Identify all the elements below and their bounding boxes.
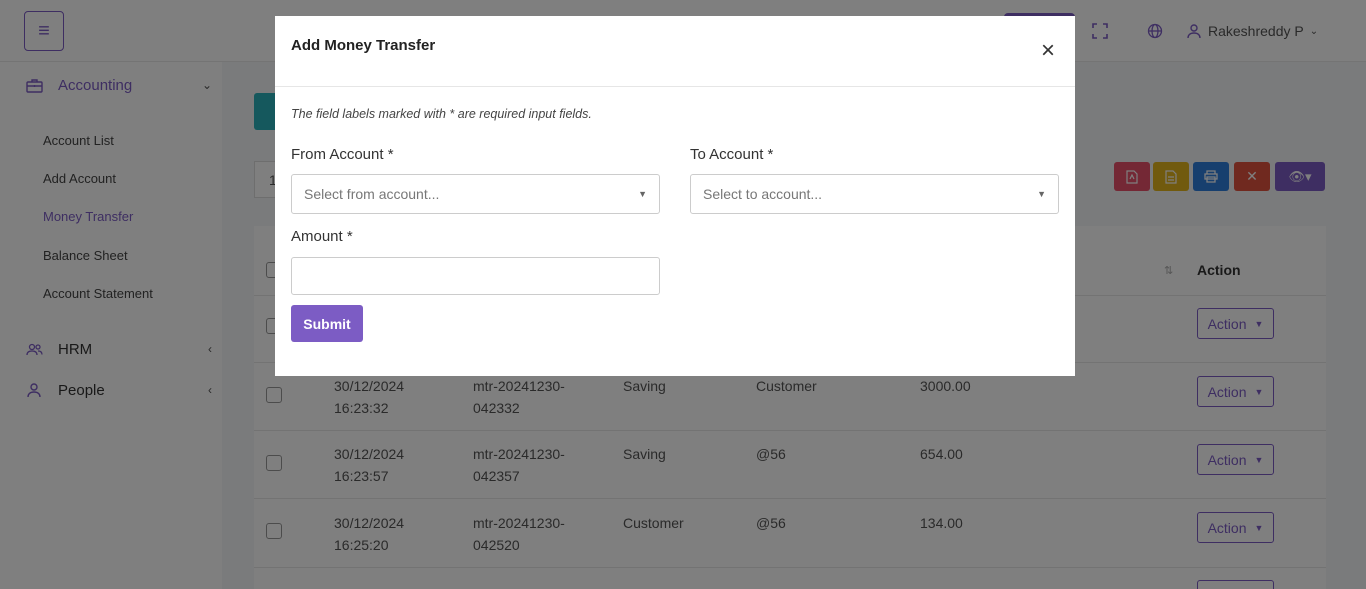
modal-divider bbox=[275, 86, 1075, 87]
add-money-transfer-modal: Add Money Transfer × The field labels ma… bbox=[275, 16, 1075, 376]
from-account-placeholder: Select from account... bbox=[304, 186, 440, 202]
to-account-select[interactable]: Select to account... ▼ bbox=[690, 174, 1059, 214]
from-account-label: From Account * bbox=[291, 146, 394, 163]
modal-close-button[interactable]: × bbox=[1037, 37, 1059, 64]
caret-down-icon: ▼ bbox=[638, 189, 647, 199]
close-icon: × bbox=[1040, 37, 1055, 64]
required-fields-note: The field labels marked with * are requi… bbox=[291, 107, 592, 121]
submit-button[interactable]: Submit bbox=[291, 305, 363, 342]
caret-down-icon: ▼ bbox=[1037, 189, 1046, 199]
modal-title: Add Money Transfer bbox=[291, 37, 436, 54]
from-account-select[interactable]: Select from account... ▼ bbox=[291, 174, 660, 214]
amount-input[interactable] bbox=[291, 257, 660, 295]
amount-label: Amount * bbox=[291, 228, 353, 245]
to-account-placeholder: Select to account... bbox=[703, 186, 823, 202]
to-account-label: To Account * bbox=[690, 146, 774, 163]
